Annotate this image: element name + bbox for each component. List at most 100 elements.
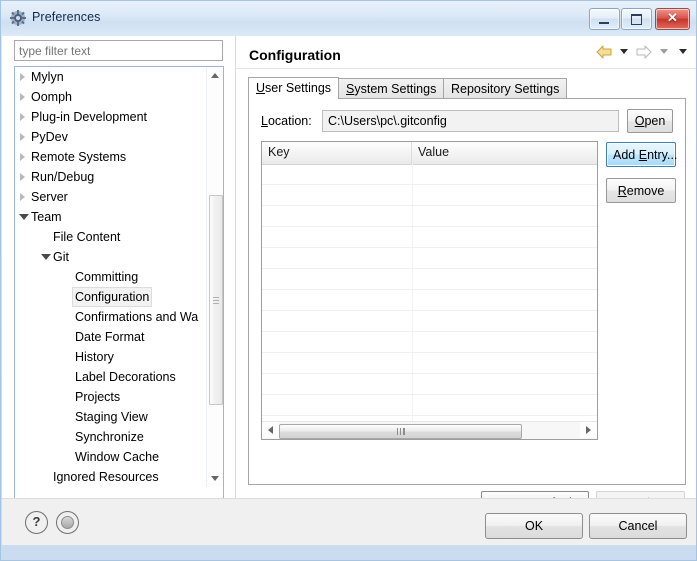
table-row[interactable] [262,290,597,311]
column-header-value[interactable]: Value [412,142,597,164]
tree-item-label: Remote Systems [31,150,127,164]
table-row[interactable] [262,206,597,227]
preferences-tree[interactable]: Mylyn Oomph Plug-in Development PyDev Remote… [15,67,209,487]
add-entry-button[interactable]: Add Entry... [606,142,677,167]
tree-item-server[interactable]: Server [15,187,209,207]
forward-arrow-icon [635,45,652,59]
tree-item-date-format[interactable]: Date Format [15,327,209,347]
tree-item-label: Team [31,210,62,224]
tab-system-settings[interactable]: System Settings [338,78,445,99]
back-history-chevron-down-icon[interactable] [619,49,628,55]
ok-button[interactable]: OK [485,513,583,539]
history-circle-icon[interactable] [56,511,79,534]
tree-item-label: Ignored Resources [53,470,159,484]
table-row[interactable] [262,185,597,206]
preferences-gear-icon [10,10,26,26]
page-navigation-toolbar [596,44,691,62]
table-scroll-left-arrow-icon[interactable] [262,422,279,438]
tree-item-staging-view[interactable]: Staging View [15,407,209,427]
tree-item-synchronize[interactable]: Synchronize [15,427,209,447]
table-horizontal-scroll-thumb[interactable] [279,424,522,439]
table-row[interactable] [262,269,597,290]
table-row[interactable] [262,227,597,248]
window-title: Preferences [32,10,101,24]
table-row[interactable] [262,332,597,353]
tree-item-label: Plug-in Development [31,110,148,124]
table-header-row: Key Value [262,142,597,165]
tab-repository-settings[interactable]: Repository Settings [443,78,568,99]
maximize-button[interactable] [621,8,652,30]
scroll-down-arrow-icon[interactable] [207,470,223,487]
tree-item-committing[interactable]: Committing [15,267,209,287]
tree-expand-twisty-icon[interactable] [19,113,28,122]
configuration-tab-folder: User Settings System Settings Repository S… [248,77,686,485]
back-arrow-icon[interactable] [596,45,613,59]
tree-expand-twisty-icon[interactable] [19,93,28,102]
location-input[interactable] [322,110,619,132]
tree-expand-twisty-icon[interactable] [19,173,28,182]
table-row[interactable] [262,353,597,374]
tree-item-git[interactable]: Git [15,247,209,267]
tree-collapse-twisty-icon[interactable] [19,213,29,222]
maximize-icon [622,9,651,29]
tab-label: ystem Settings [354,82,437,96]
minimize-button[interactable] [589,8,620,30]
tree-item-label: PyDev [31,130,68,144]
tree-item-history[interactable]: History [15,347,209,367]
tree-item-projects[interactable]: Projects [15,387,209,407]
tree-item-label: Confirmations and Wa [75,310,199,324]
close-icon: ✕ [667,10,678,25]
help-question-icon[interactable] [25,511,48,534]
tree-item-label: Run/Debug [31,170,95,184]
tree-item-configuration[interactable]: Configuration [15,287,209,307]
tree-vertical-scroll-thumb[interactable] [209,195,223,405]
tree-vertical-scrollbar[interactable] [206,67,223,487]
remove-button[interactable]: Remove [606,178,676,203]
tree-collapse-twisty-icon[interactable] [41,253,51,262]
tab-user-settings[interactable]: User Settings [248,77,340,99]
view-menu-chevron-down-icon[interactable] [679,49,687,55]
table-row[interactable] [262,374,597,395]
tree-item-oomph[interactable]: Oomph [15,87,209,107]
tree-expand-twisty-icon[interactable] [19,153,28,162]
dialog-client-area: Mylyn Oomph Plug-in Development PyDev Remote… [2,36,696,518]
tree-expand-twisty-icon[interactable] [19,73,28,82]
open-button[interactable]: Open [627,109,673,133]
tree-item-plug-in-development[interactable]: Plug-in Development [15,107,209,127]
tree-item-mylyn[interactable]: Mylyn [15,67,209,87]
forward-history-chevron-down-icon [659,49,668,55]
table-row[interactable] [262,311,597,332]
tree-item-team[interactable]: Team [15,207,209,227]
tree-item-run-debug[interactable]: Run/Debug [15,167,209,187]
scroll-up-arrow-icon[interactable] [207,67,223,84]
table-scroll-right-arrow-icon[interactable] [580,422,597,438]
tree-item-pydev[interactable]: PyDev [15,127,209,147]
table-row[interactable] [262,164,597,185]
tab-content-user-settings: Location: Open Key Value [248,98,686,485]
tree-item-ignored-resources[interactable]: Ignored Resources [15,467,209,487]
tree-item-label: Committing [75,270,139,284]
config-entries-table[interactable]: Key Value [261,141,598,440]
tree-item-label-decorations[interactable]: Label Decorations [15,367,209,387]
tree-item-file-content[interactable]: File Content [15,227,209,247]
close-button[interactable]: ✕ [655,8,690,30]
tree-expand-twisty-icon[interactable] [19,133,28,142]
tree-item-label: History [75,350,114,364]
tree-expand-twisty-icon[interactable] [19,193,28,202]
tree-item-remote-systems[interactable]: Remote Systems [15,147,209,167]
tree-item-label: File Content [53,230,121,244]
tree-item-window-cache[interactable]: Window Cache [15,447,209,467]
table-row[interactable] [262,248,597,269]
table-row[interactable] [262,395,597,416]
tree-item-label: Configuration [72,287,153,307]
tree-item-confirmations-and-wa[interactable]: Confirmations and Wa [15,307,209,327]
table-body[interactable] [262,164,597,437]
column-header-key[interactable]: Key [262,142,412,164]
page-title: Configuration [249,47,341,63]
tree-item-label: Staging View [75,410,148,424]
table-horizontal-scrollbar[interactable] [262,421,597,439]
filter-input[interactable] [14,40,223,61]
tree-item-label: Synchronize [75,430,144,444]
cancel-button[interactable]: Cancel [589,513,687,539]
tree-item-label: Projects [75,390,121,404]
